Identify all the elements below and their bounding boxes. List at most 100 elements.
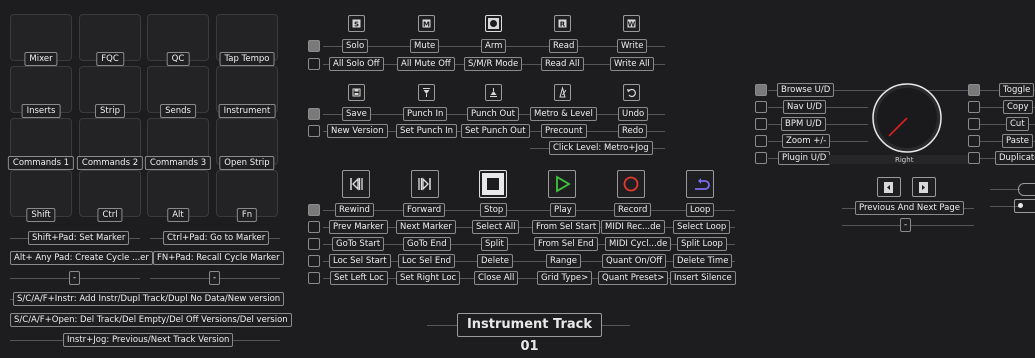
previous-page-icon[interactable] <box>877 177 901 197</box>
mute-button[interactable]: Mute <box>410 39 440 53</box>
rewind-icon[interactable] <box>342 170 370 198</box>
track-row-toggle[interactable] <box>308 40 320 52</box>
smr-mode-button[interactable]: S/M/R Mode <box>464 57 523 71</box>
bpm-toggle[interactable] <box>755 118 767 130</box>
play-button[interactable]: Play <box>550 203 576 217</box>
duplicate-button[interactable]: Duplicate <box>995 151 1035 165</box>
dash-button[interactable]: - <box>209 271 221 285</box>
pad-fn[interactable]: Fn <box>216 170 278 222</box>
next-page-icon[interactable] <box>912 177 936 197</box>
undo-icon[interactable] <box>623 84 640 101</box>
solo-button[interactable]: Solo <box>342 39 369 53</box>
write-button[interactable]: Write <box>617 39 648 53</box>
pad-commands-1[interactable]: Commands 1 <box>7 118 75 170</box>
pad-sends[interactable]: Sends <box>147 66 209 118</box>
dash-button[interactable]: - <box>69 271 81 285</box>
punch-in-button[interactable]: Punch In <box>403 107 448 121</box>
track-row-toggle-2[interactable] <box>308 58 320 70</box>
browse-ud-button[interactable]: Browse U/D <box>777 83 835 97</box>
pad-ctrl[interactable]: Ctrl <box>79 170 141 222</box>
plugin-toggle[interactable] <box>755 152 767 164</box>
pad-commands-3[interactable]: Commands 3 <box>144 118 212 170</box>
delete-button[interactable]: Delete <box>477 254 513 268</box>
record-button[interactable]: Record <box>614 203 652 217</box>
grid-row-toggle[interactable] <box>308 238 320 250</box>
select-all-button[interactable]: Select All <box>472 220 520 234</box>
pad-commands-2[interactable]: Commands 2 <box>76 118 144 170</box>
loop-icon[interactable] <box>686 170 714 198</box>
save-icon[interactable] <box>348 84 365 101</box>
grid-type-button[interactable]: Grid Type> <box>537 271 593 285</box>
pad-tap-tempo[interactable]: Tap Tempo <box>216 14 278 66</box>
grid-row-toggle[interactable] <box>308 272 320 284</box>
bpm-ud-button[interactable]: BPM U/D <box>781 117 826 131</box>
copy-button[interactable]: Copy <box>1003 100 1033 114</box>
punch-out-button[interactable]: Punch Out <box>467 107 519 121</box>
play-icon[interactable] <box>548 170 576 198</box>
range-button[interactable]: Range <box>546 254 581 268</box>
punch-out-icon[interactable] <box>485 84 502 101</box>
all-solo-off-button[interactable]: All Solo Off <box>329 57 384 71</box>
punch-in-icon[interactable] <box>418 84 435 101</box>
select-loop-button[interactable]: Select Loop <box>673 220 731 234</box>
pad-open-strip[interactable]: Open Strip <box>216 118 278 170</box>
zoom-toggle[interactable] <box>755 135 767 147</box>
toggle-toggle[interactable] <box>968 84 980 96</box>
midi-cycle-mode-button[interactable]: MIDI Cycl...de <box>605 237 672 251</box>
from-sel-start-button[interactable]: From Sel Start <box>532 220 601 234</box>
close-all-button[interactable]: Close All <box>474 271 519 285</box>
precount-button[interactable]: Precount <box>541 124 587 138</box>
loc-sel-start-button[interactable]: Loc Sel Start <box>329 254 391 268</box>
record-icon[interactable] <box>617 170 645 198</box>
pad-fqc[interactable]: FQC <box>79 14 141 66</box>
arm-icon[interactable] <box>485 15 502 32</box>
write-all-button[interactable]: Write All <box>610 57 654 71</box>
edit-row-toggle-2[interactable] <box>308 125 320 137</box>
pad-strip[interactable]: Strip <box>79 66 141 118</box>
new-version-button[interactable]: New Version <box>327 124 388 138</box>
set-right-loc-button[interactable]: Set Right Loc <box>396 271 461 285</box>
read-icon[interactable]: R <box>554 15 571 32</box>
read-button[interactable]: Read <box>549 39 579 53</box>
nav-ud-button[interactable]: Nav U/D <box>783 100 826 114</box>
quant-preset-button[interactable]: Quant Preset> <box>598 271 669 285</box>
jog-knob[interactable] <box>872 83 942 153</box>
prev-marker-button[interactable]: Prev Marker <box>329 220 388 234</box>
pad-mixer[interactable]: Mixer <box>10 14 72 66</box>
duplicate-toggle[interactable] <box>968 152 980 164</box>
edit-row-toggle[interactable] <box>308 108 320 120</box>
copy-toggle[interactable] <box>968 101 980 113</box>
solo-icon[interactable]: S <box>348 15 365 32</box>
cut-toggle[interactable] <box>968 118 980 130</box>
set-punch-in-button[interactable]: Set Punch In <box>396 124 458 138</box>
stop-button[interactable]: Stop <box>480 203 508 217</box>
save-button[interactable]: Save <box>342 107 371 121</box>
pad-inserts[interactable]: Inserts <box>10 66 72 118</box>
forward-icon[interactable] <box>411 170 439 198</box>
nav-toggle[interactable] <box>755 101 767 113</box>
undo-button[interactable]: Undo <box>618 107 649 121</box>
arm-button[interactable]: Arm <box>481 39 507 53</box>
paste-button[interactable]: Paste <box>1002 134 1033 148</box>
browse-toggle[interactable] <box>755 84 767 96</box>
toggle-button[interactable]: Toggle <box>999 83 1035 97</box>
goto-start-button[interactable]: GoTo Start <box>332 237 385 251</box>
mute-icon[interactable]: M <box>418 15 435 32</box>
zoom-button[interactable]: Zoom +/- <box>782 134 831 148</box>
pad-qc[interactable]: QC <box>147 14 209 66</box>
rewind-button[interactable]: Rewind <box>335 203 374 217</box>
partial-button[interactable] <box>1014 199 1035 213</box>
quant-on-off-button[interactable]: Quant On/Off <box>602 254 667 268</box>
grid-row-toggle[interactable] <box>308 221 320 233</box>
all-mute-off-button[interactable]: All Mute Off <box>397 57 455 71</box>
loop-button[interactable]: Loop <box>686 203 715 217</box>
delete-time-button[interactable]: Delete Time <box>673 254 733 268</box>
redo-button[interactable]: Redo <box>618 124 648 138</box>
stop-icon[interactable] <box>479 170 507 198</box>
metro-level-button[interactable]: Metro & Level <box>530 107 597 121</box>
write-icon[interactable]: W <box>623 15 640 32</box>
split-loop-button[interactable]: Split Loop <box>677 237 727 251</box>
cut-button[interactable]: Cut <box>1006 117 1029 131</box>
set-punch-out-button[interactable]: Set Punch Out <box>461 124 530 138</box>
next-marker-button[interactable]: Next Marker <box>396 220 456 234</box>
